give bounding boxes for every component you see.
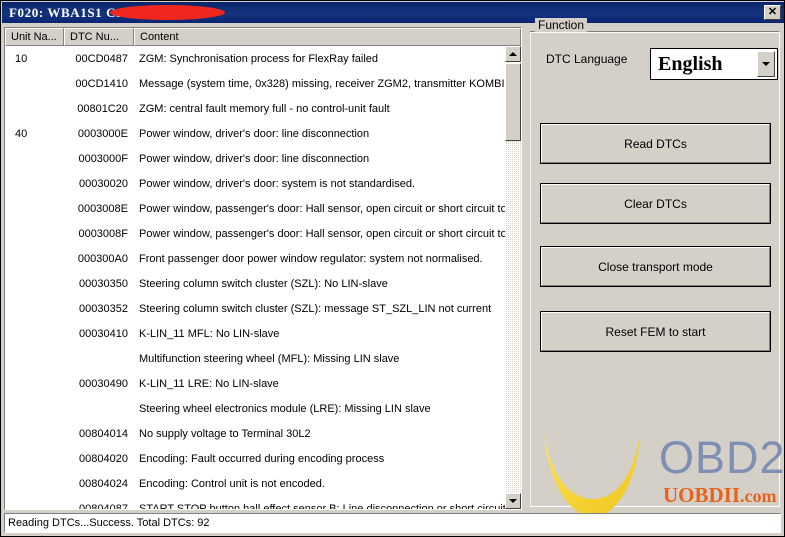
- table-row[interactable]: 00804014 No supply voltage to Terminal 3…: [5, 421, 505, 446]
- cell-content: Multifunction steering wheel (MFL): Miss…: [134, 353, 505, 365]
- table-row[interactable]: 00CD1410 Message (system time, 0x328) mi…: [5, 71, 505, 96]
- cell-dtc-number: 00030020: [64, 178, 134, 190]
- cell-content: Message (system time, 0x328) missing, re…: [134, 78, 505, 90]
- cell-content: Encoding: Control unit is not encoded.: [134, 478, 505, 490]
- cell-dtc-number: 0003008E: [64, 203, 134, 215]
- cell-unit-name: 40: [5, 128, 64, 140]
- cell-content: No supply voltage to Terminal 30L2: [134, 428, 505, 440]
- clear-dtcs-button[interactable]: Clear DTCs: [540, 183, 771, 224]
- column-header-dtc-number[interactable]: DTC Nu...: [64, 28, 134, 46]
- dtc-language-select[interactable]: English: [650, 48, 778, 80]
- cell-content: START STOP button hall effect sensor B: …: [134, 503, 505, 510]
- table-row[interactable]: 0003008E Power window, passenger's door:…: [5, 196, 505, 221]
- function-groupbox-legend: Function: [535, 18, 587, 32]
- dtc-list-panel: Unit Na... DTC Nu... Content 10 00CD0487…: [4, 27, 522, 510]
- cell-content: Power window, passenger's door: Hall sen…: [134, 228, 505, 240]
- dtc-language-value: English: [651, 54, 722, 74]
- column-header-unit-name[interactable]: Unit Na...: [5, 28, 64, 46]
- scrollbar-thumb[interactable]: [505, 63, 521, 141]
- table-row[interactable]: 40 0003000E Power window, driver's door:…: [5, 121, 505, 146]
- dropdown-toggle-button[interactable]: [757, 51, 775, 77]
- cell-content: K-LIN_11 MFL: No LIN-slave: [134, 328, 505, 340]
- cell-content: ZGM: Synchronisation process for FlexRay…: [134, 53, 505, 65]
- cell-content: K-LIN_11 LRE: No LIN-slave: [134, 378, 505, 390]
- table-row[interactable]: 0003000F Power window, driver's door: li…: [5, 146, 505, 171]
- caret-down-icon: [509, 499, 517, 503]
- table-row[interactable]: 00804020 Encoding: Fault occurred during…: [5, 446, 505, 471]
- cell-dtc-number: 00CD1410: [64, 78, 134, 90]
- read-dtcs-button[interactable]: Read DTCs: [540, 123, 771, 164]
- table-row[interactable]: 00804087 START STOP button hall effect s…: [5, 496, 505, 509]
- scroll-up-button[interactable]: [505, 46, 521, 62]
- table-row[interactable]: 00030352 Steering column switch cluster …: [5, 296, 505, 321]
- vertical-scrollbar[interactable]: [505, 46, 521, 509]
- cell-dtc-number: 00030350: [64, 278, 134, 290]
- close-transport-mode-button[interactable]: Close transport mode: [540, 246, 771, 287]
- table-row[interactable]: 0003008F Power window, passenger's door:…: [5, 221, 505, 246]
- table-row[interactable]: 00030410 K-LIN_11 MFL: No LIN-slave: [5, 321, 505, 346]
- chevron-down-icon: [762, 62, 770, 66]
- cell-dtc-number: 00CD0487: [64, 53, 134, 65]
- cell-unit-name: 10: [5, 53, 64, 65]
- cell-content: Power window, driver's door: line discon…: [134, 153, 505, 165]
- title-bar: F020: WBA1S1 Cs View ✕: [2, 2, 785, 23]
- cell-content: Steering column switch cluster (SZL): me…: [134, 303, 505, 315]
- cell-dtc-number: 00804087: [64, 503, 134, 510]
- cell-content: Power window, passenger's door: Hall sen…: [134, 203, 505, 215]
- table-row[interactable]: 00801C20 ZGM: central fault memory full …: [5, 96, 505, 121]
- table-row[interactable]: 00030490 K-LIN_11 LRE: No LIN-slave: [5, 371, 505, 396]
- caret-up-icon: [509, 52, 517, 56]
- close-button[interactable]: ✕: [764, 5, 781, 20]
- cell-content: Steering column switch cluster (SZL): No…: [134, 278, 505, 290]
- cell-dtc-number: 00801C20: [64, 103, 134, 115]
- table-row[interactable]: Multifunction steering wheel (MFL): Miss…: [5, 346, 505, 371]
- cell-dtc-number: 00804014: [64, 428, 134, 440]
- cell-content: Front passenger door power window regula…: [134, 253, 505, 265]
- table-row[interactable]: Steering wheel electronics module (LRE):…: [5, 396, 505, 421]
- cell-content: Power window, driver's door: system is n…: [134, 178, 505, 190]
- application-window: F020: WBA1S1 Cs View ✕ Unit Na... DTC Nu…: [0, 0, 785, 537]
- cell-dtc-number: 00030410: [64, 328, 134, 340]
- reset-fem-to-start-button[interactable]: Reset FEM to start: [540, 311, 771, 352]
- cell-dtc-number: 0003000F: [64, 153, 134, 165]
- cell-content: ZGM: central fault memory full - no cont…: [134, 103, 505, 115]
- cell-dtc-number: 00804024: [64, 478, 134, 490]
- cell-dtc-number: 0003008F: [64, 228, 134, 240]
- table-row[interactable]: 00030020 Power window, driver's door: sy…: [5, 171, 505, 196]
- dtc-table-body[interactable]: 10 00CD0487 ZGM: Synchronisation process…: [5, 46, 505, 509]
- status-bar: Reading DTCs...Success. Total DTCs: 92: [4, 513, 781, 533]
- column-header-content[interactable]: Content: [134, 28, 521, 46]
- cell-content: Encoding: Fault occurred during encoding…: [134, 453, 505, 465]
- table-row[interactable]: 10 00CD0487 ZGM: Synchronisation process…: [5, 46, 505, 71]
- status-text: Reading DTCs...Success. Total DTCs: 92: [5, 517, 210, 529]
- table-row[interactable]: 00030350 Steering column switch cluster …: [5, 271, 505, 296]
- cell-dtc-number: 0003000E: [64, 128, 134, 140]
- scroll-down-button[interactable]: [505, 493, 521, 509]
- cell-dtc-number: 000300A0: [64, 253, 134, 265]
- cell-dtc-number: 00030352: [64, 303, 134, 315]
- dtc-table-header: Unit Na... DTC Nu... Content: [5, 28, 521, 46]
- table-row[interactable]: 000300A0 Front passenger door power wind…: [5, 246, 505, 271]
- cell-dtc-number: 00804020: [64, 453, 134, 465]
- cell-content: Power window, driver's door: line discon…: [134, 128, 505, 140]
- redaction-overlay: [110, 5, 225, 20]
- table-row[interactable]: 00804024 Encoding: Control unit is not e…: [5, 471, 505, 496]
- cell-dtc-number: 00030490: [64, 378, 134, 390]
- cell-content: Steering wheel electronics module (LRE):…: [134, 403, 505, 415]
- dtc-language-label: DTC Language: [546, 52, 627, 66]
